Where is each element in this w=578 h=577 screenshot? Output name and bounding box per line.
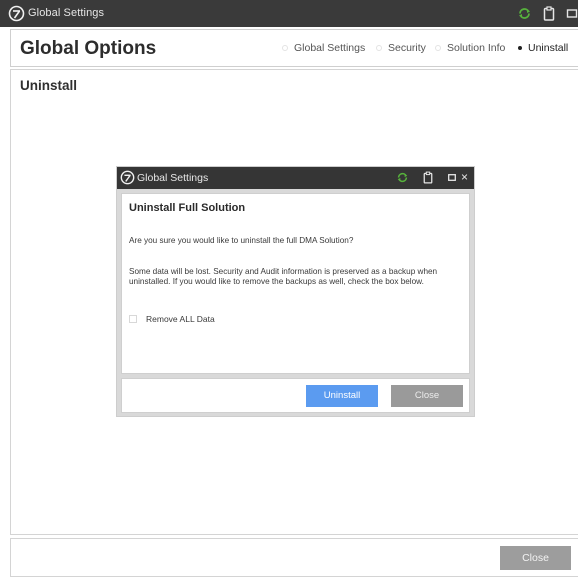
close-icon[interactable]: × — [461, 171, 468, 184]
clipboard-icon[interactable] — [543, 6, 555, 21]
tab-label: Security — [388, 42, 426, 54]
tab-label: Solution Info — [447, 42, 506, 54]
tab-indicator — [435, 45, 441, 51]
tab-global-settings[interactable]: Global Settings — [282, 41, 365, 55]
dialog-title: Global Settings — [137, 172, 209, 184]
dma-logo-icon — [120, 170, 135, 185]
dma-logo-icon — [8, 5, 25, 22]
tab-security[interactable]: Security — [376, 41, 426, 55]
dialog-heading: Uninstall Full Solution — [129, 202, 246, 214]
confirmation-text: Are you sure you would like to uninstall… — [129, 236, 354, 245]
close-button[interactable]: Close — [500, 546, 571, 570]
warning-text: Some data will be lost. Security and Aud… — [129, 267, 438, 286]
tab-indicator — [518, 46, 522, 50]
window-title-bar: Global Settings — [0, 0, 578, 27]
dialog-title-bar: Global Settings × — [117, 167, 474, 189]
page-title: Global Options — [20, 38, 157, 59]
window-icon[interactable] — [566, 6, 578, 21]
tab-indicator — [282, 45, 288, 51]
dialog-body: Uninstall Full Solution Are you sure you… — [121, 193, 470, 374]
section-title: Uninstall — [20, 78, 78, 93]
dialog-close-button[interactable]: Close — [391, 385, 463, 407]
clipboard-icon[interactable] — [423, 171, 433, 184]
tab-indicator — [376, 45, 382, 51]
footer-panel: Close — [10, 538, 578, 577]
tab-label: Global Settings — [294, 42, 366, 54]
remove-all-data-label[interactable]: Remove ALL Data — [146, 314, 215, 324]
sync-icon[interactable] — [396, 171, 409, 184]
header-panel: Global Options Global Settings Security … — [10, 29, 578, 67]
tab-solution-info[interactable]: Solution Info — [435, 41, 505, 55]
remove-all-data-checkbox[interactable] — [129, 315, 137, 323]
uninstall-button[interactable]: Uninstall — [306, 385, 378, 407]
uninstall-dialog: Global Settings × Uninstall Full Solutio… — [116, 166, 475, 417]
tab-uninstall[interactable]: Uninstall — [518, 41, 568, 55]
tab-label: Uninstall — [528, 42, 569, 54]
maximize-icon[interactable] — [448, 174, 456, 181]
dialog-footer: Uninstall Close — [121, 378, 470, 413]
sync-icon[interactable] — [517, 6, 532, 21]
window-title: Global Settings — [28, 7, 105, 19]
